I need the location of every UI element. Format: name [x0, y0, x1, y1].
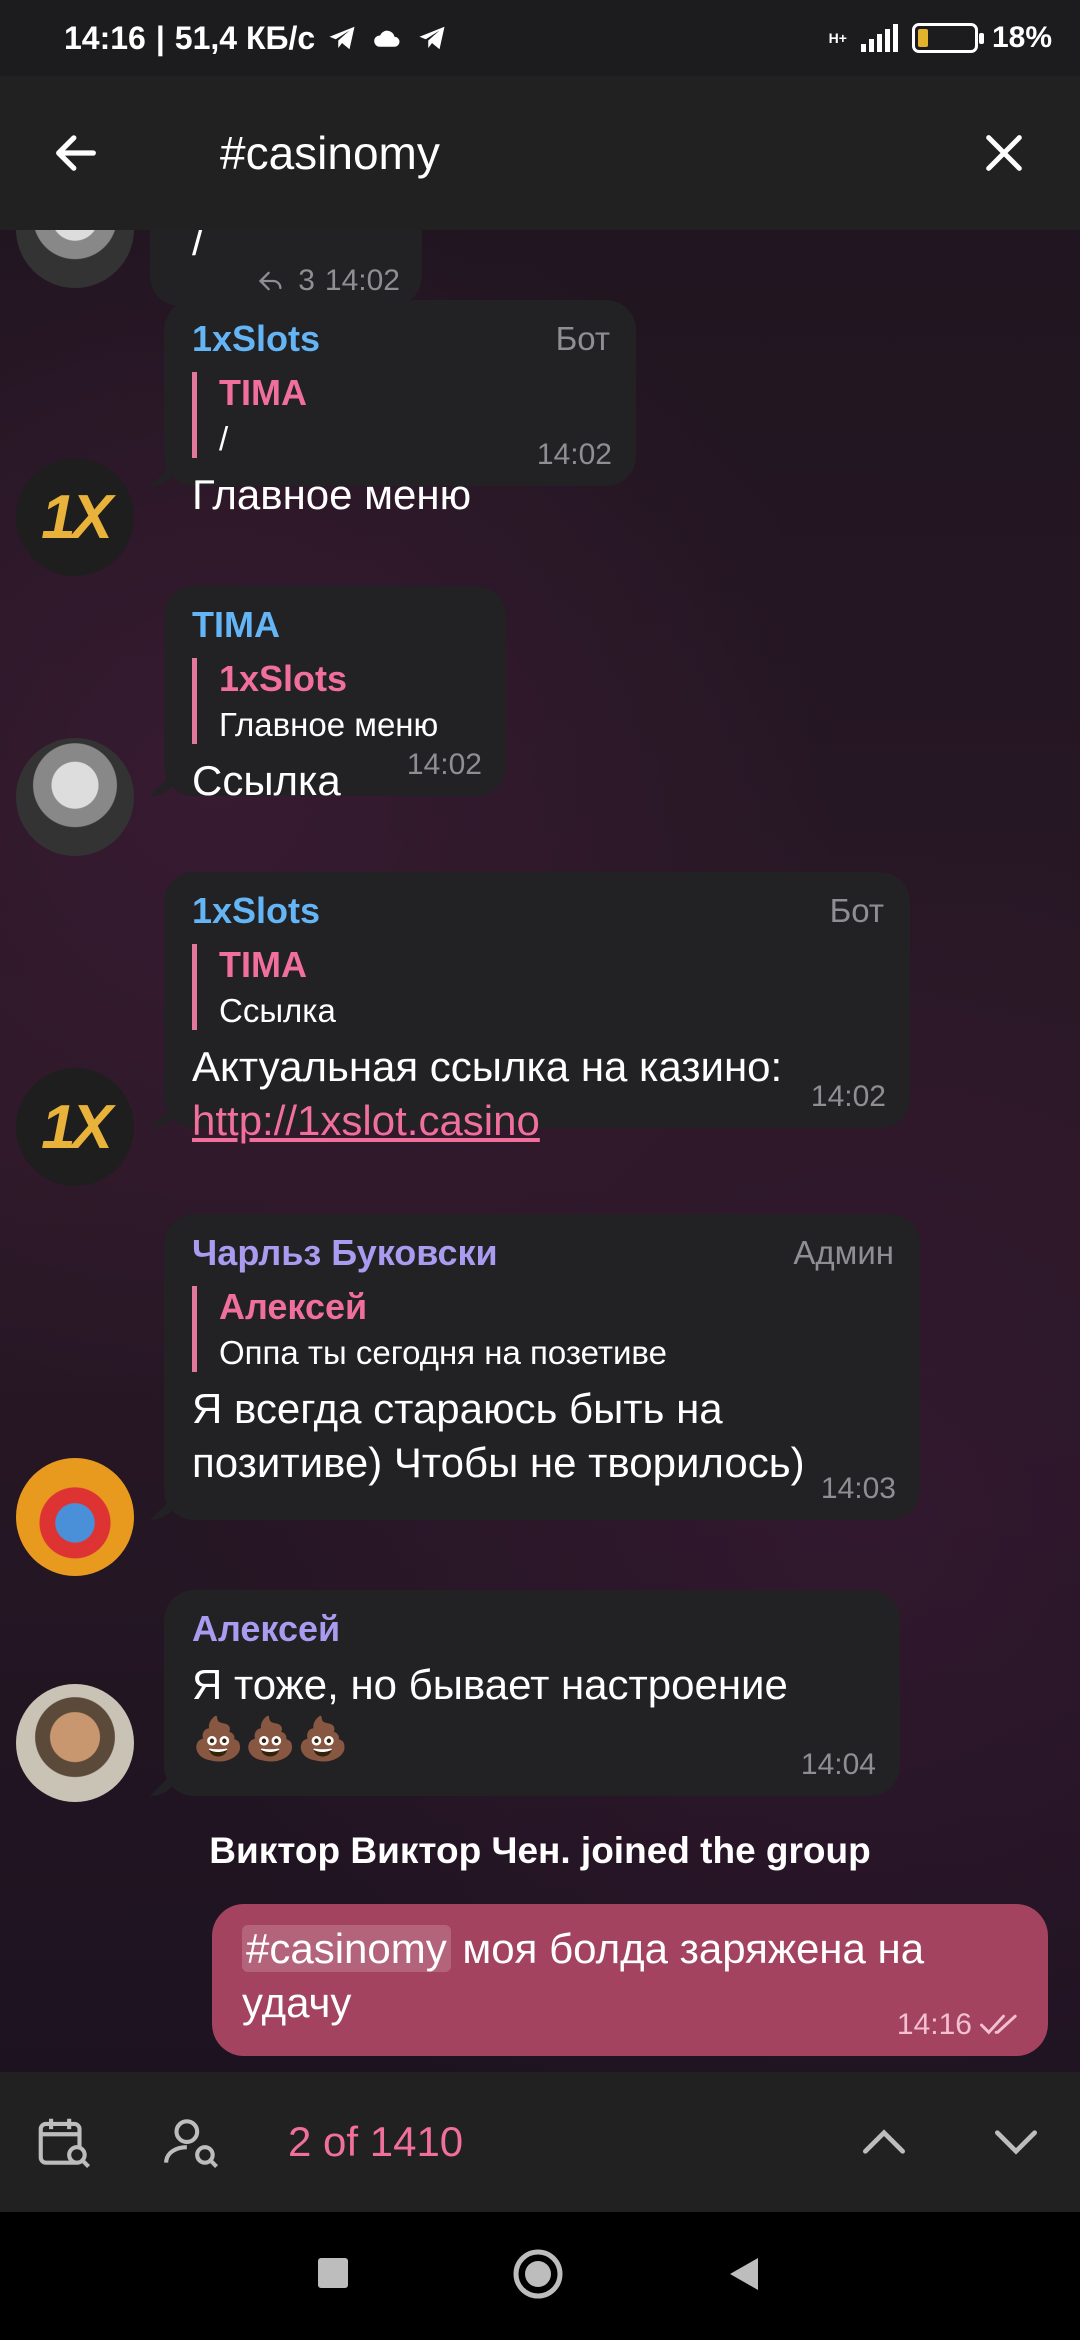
- message-text: Актуальная ссылка на казино:: [192, 1043, 783, 1090]
- reply-quote[interactable]: 1xSlots Главное меню: [192, 658, 478, 744]
- signal-icon: [860, 24, 898, 52]
- status-time: 14:16: [64, 19, 146, 56]
- casino-link[interactable]: http://1xslot.casino: [192, 1097, 540, 1144]
- network-type: H+: [828, 29, 847, 46]
- avatar[interactable]: [16, 738, 134, 856]
- role-badge: Админ: [793, 1234, 894, 1271]
- message-emoji: 💩💩💩: [192, 1715, 349, 1762]
- chevron-down-icon[interactable]: [980, 2106, 1052, 2178]
- avatar[interactable]: [16, 230, 134, 288]
- home-button[interactable]: [512, 2248, 564, 2305]
- reply-name: TIMA: [219, 372, 307, 413]
- search-header: #casinomy: [0, 76, 1080, 230]
- message-bubble[interactable]: TIMA 1xSlots Главное меню Ссылка 14:02: [164, 586, 506, 804]
- message-time: 14:02: [810, 1080, 886, 1113]
- avatar[interactable]: 1X: [16, 1068, 134, 1186]
- reply-text: Оппа ты сегодня на позетиве: [219, 1334, 667, 1371]
- sender-name[interactable]: 1xSlots: [192, 318, 608, 360]
- message-text: /: [192, 230, 204, 264]
- reply-text: Главное меню: [219, 706, 439, 743]
- recents-button[interactable]: [316, 2256, 352, 2297]
- service-message: Виктор Виктор Чен. joined the group: [209, 1830, 871, 1871]
- back-button[interactable]: [724, 2254, 764, 2299]
- close-icon[interactable]: [968, 117, 1040, 189]
- message-bubble[interactable]: Алексей Я тоже, но бывает настроение 💩💩💩…: [164, 1590, 900, 1796]
- reply-quote[interactable]: Алексей Оппа ты сегодня на позетиве: [192, 1286, 892, 1372]
- double-check-icon: [980, 2014, 1017, 2035]
- message-time: 14:02: [324, 264, 400, 297]
- avatar[interactable]: 1X: [16, 458, 134, 576]
- reply-name: Алексей: [219, 1286, 368, 1327]
- search-results-bar: 2 of 1410: [0, 2072, 1080, 2212]
- message-time: 14:03: [820, 1472, 896, 1505]
- status-speed: 51,4 КБ/с: [174, 19, 316, 56]
- battery-icon: [911, 23, 984, 53]
- telegram-icon: [419, 26, 445, 50]
- message-bubble[interactable]: Чарльз Буковски Админ Алексей Оппа ты се…: [164, 1214, 920, 1520]
- message-time: 14:16: [896, 2008, 972, 2041]
- message-text: Главное меню: [192, 471, 472, 518]
- reply-text: Ссылка: [219, 992, 336, 1029]
- telegram-icon: [329, 26, 355, 50]
- battery-percent: 18%: [991, 21, 1052, 54]
- search-input[interactable]: #casinomy: [220, 126, 968, 180]
- message-text: Я всегда стараюсь быть на позитиве) Чтоб…: [192, 1385, 805, 1486]
- calendar-search-icon[interactable]: [28, 2106, 100, 2178]
- message-bubble[interactable]: / 3 14:02: [150, 230, 422, 306]
- sender-name[interactable]: Алексей: [192, 1608, 872, 1650]
- status-bar: 14:16 | 51,4 КБ/с H+ 18%: [0, 0, 1080, 76]
- reply-name: TIMA: [219, 944, 307, 985]
- hashtag-highlight[interactable]: #casinomy: [242, 1925, 451, 1972]
- message-text: Я тоже, но бывает настроение: [192, 1661, 788, 1708]
- message-time: 14:02: [536, 438, 612, 471]
- arrow-left-icon[interactable]: [40, 117, 112, 189]
- message-time: 14:04: [800, 1748, 876, 1781]
- message-bubble[interactable]: 1xSlots Бот TIMA / Главное меню 14:02: [164, 300, 636, 518]
- outgoing-message[interactable]: #casinomy моя болда заряжена на удачу 14…: [212, 1904, 1048, 2056]
- sender-name[interactable]: 1xSlots: [192, 890, 882, 932]
- chat-area[interactable]: / 3 14:02 1xSlots Бот TIMA / Главное мен…: [0, 230, 1080, 2072]
- reply-count: 3: [298, 264, 315, 297]
- reply-name: 1xSlots: [219, 658, 348, 699]
- cloud-icon: [374, 30, 400, 47]
- role-badge: Бот: [555, 320, 610, 357]
- avatar[interactable]: [16, 1684, 134, 1802]
- user-search-icon[interactable]: [156, 2106, 228, 2178]
- sender-name[interactable]: TIMA: [192, 604, 478, 646]
- search-result-counter: 2 of 1410: [288, 2118, 464, 2165]
- avatar[interactable]: [16, 1458, 134, 1576]
- reply-quote[interactable]: TIMA Ссылка: [192, 944, 882, 1030]
- message-bubble[interactable]: 1xSlots Бот TIMA Ссылка Актуальная ссылк…: [164, 872, 910, 1144]
- reply-icon: [259, 271, 282, 291]
- system-navigation-bar: [0, 2212, 1080, 2340]
- sender-name[interactable]: Чарльз Буковски: [192, 1232, 892, 1274]
- chevron-up-icon[interactable]: [848, 2106, 920, 2178]
- message-time: 14:02: [406, 748, 482, 781]
- role-badge: Бот: [829, 892, 884, 929]
